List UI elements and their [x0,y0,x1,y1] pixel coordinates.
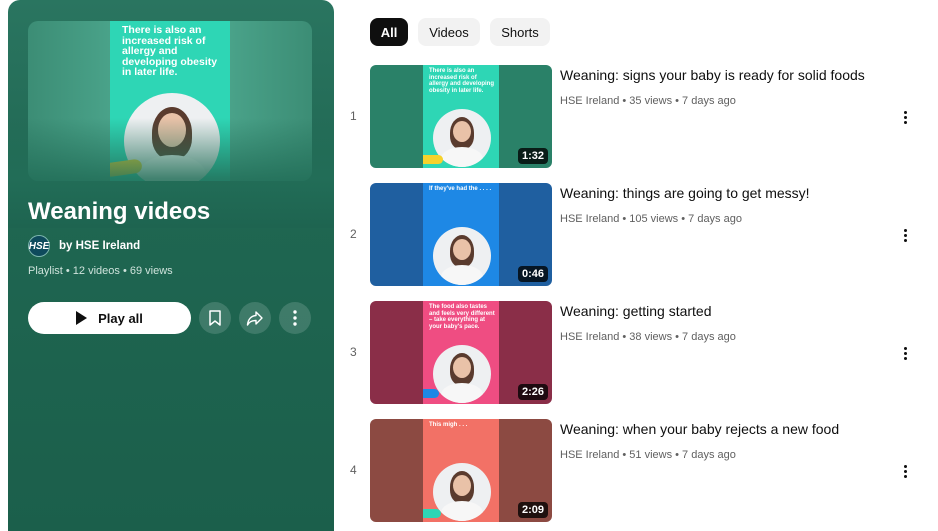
bookmark-icon [209,310,221,326]
save-playlist-button[interactable] [199,302,231,334]
presenter-image [433,463,491,521]
video-meta: HSE Ireland • 51 views • 7 days ago [560,449,736,461]
owner-name[interactable]: by HSE Ireland [59,240,140,252]
playlist-owner[interactable]: HSE by HSE Ireland [28,235,140,257]
playlist-video-row[interactable]: 3 The food also tastes and feels very di… [340,301,938,404]
more-vert-icon [903,110,907,114]
video-index: 3 [350,345,357,359]
video-thumbnail[interactable]: If they've had the . . . . 0:46 [370,183,552,286]
thumbnail-caption: There is also an increased risk of aller… [429,68,495,94]
playlist-page: There is also an increased risk of aller… [0,0,938,531]
thumbnail-caption: The food also tastes and feels very diff… [429,304,495,330]
thumbnail-caption: If they've had the . . . . [429,186,492,192]
play-icon [76,311,88,325]
video-title[interactable]: Weaning: signs your baby is ready for so… [560,67,865,83]
chip-all[interactable]: All [370,18,408,46]
video-thumbnail[interactable]: There is also an increased risk of aller… [370,65,552,168]
more-vert-icon [903,228,907,232]
play-all-button[interactable]: Play all [28,302,191,334]
chip-videos[interactable]: Videos [418,18,480,46]
thumbnail-caption: This migh . . . [429,422,468,428]
video-duration: 2:09 [517,502,548,518]
video-more-button[interactable] [896,107,914,127]
video-title[interactable]: Weaning: things are going to get messy! [560,185,810,201]
video-duration: 0:46 [517,266,548,282]
playlist-meta: Playlist • 12 videos • 69 views [28,265,173,277]
video-thumbnail[interactable]: This migh . . . 2:09 [370,419,552,522]
video-duration: 2:26 [517,384,548,400]
playlist-header-panel: There is also an increased risk of aller… [8,0,334,531]
video-title[interactable]: Weaning: getting started [560,303,712,319]
playlist-title: Weaning videos [28,198,211,225]
thumbnail-frame: If they've had the . . . . [423,183,499,286]
video-more-button[interactable] [896,343,914,363]
more-vert-icon [903,464,907,468]
thumbnail-frame: There is also an increased risk of aller… [423,65,499,168]
thumbnail-frame: This migh . . . [423,419,499,522]
video-index: 1 [350,109,357,123]
video-meta: HSE Ireland • 38 views • 7 days ago [560,331,736,343]
presenter-image [433,227,491,285]
share-playlist-button[interactable] [239,302,271,334]
share-icon [246,311,263,326]
video-index: 4 [350,463,357,477]
video-meta: HSE Ireland • 105 views • 7 days ago [560,213,742,225]
chip-shorts[interactable]: Shorts [490,18,550,46]
video-index: 2 [350,227,357,241]
video-more-button[interactable] [896,461,914,481]
video-title[interactable]: Weaning: when your baby rejects a new fo… [560,421,839,437]
playlist-more-button[interactable] [279,302,311,334]
owner-avatar[interactable]: HSE [28,235,50,257]
hero-thumbnail-caption: There is also an increased risk of aller… [122,24,218,78]
video-duration: 1:32 [517,148,548,164]
play-all-label: Play all [98,310,143,326]
presenter-image [433,345,491,403]
more-vert-icon [903,346,907,350]
video-meta: HSE Ireland • 35 views • 7 days ago [560,95,736,107]
playlist-video-row[interactable]: 1 There is also an increased risk of all… [340,65,938,168]
thumbnail-frame: The food also tastes and feels very diff… [423,301,499,404]
video-thumbnail[interactable]: The food also tastes and feels very diff… [370,301,552,404]
playlist-video-row[interactable]: 4 This migh . . . 2:09 Weaning: when you… [340,419,938,522]
more-vert-icon [293,310,297,326]
playlist-video-row[interactable]: 2 If they've had the . . . . 0:46 Weanin… [340,183,938,286]
video-more-button[interactable] [896,225,914,245]
